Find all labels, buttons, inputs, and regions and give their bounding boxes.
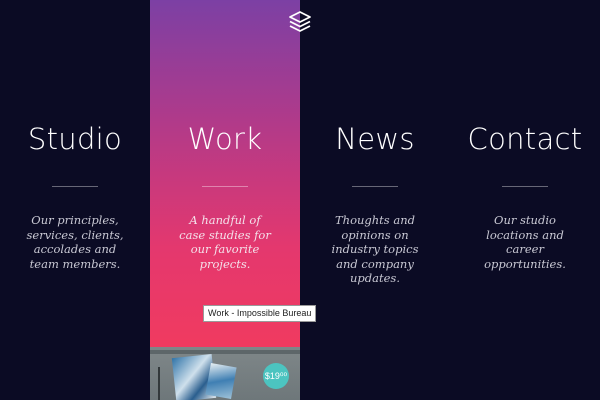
nav-description-news: Thoughts and opinions on industry topics…	[331, 213, 419, 285]
divider	[502, 186, 548, 187]
divider	[202, 186, 248, 187]
artwork-image	[205, 362, 237, 400]
nav-title-studio[interactable]: Studio	[0, 122, 150, 156]
shelf	[150, 350, 300, 354]
nav-title-news[interactable]: News	[300, 122, 450, 156]
nav-title-work[interactable]: Work	[150, 122, 300, 156]
divider	[52, 186, 98, 187]
nav-column-contact[interactable]: Contact Our studio locations and career …	[450, 0, 600, 400]
tooltip: Work - Impossible Bureau	[203, 305, 317, 322]
menu-overlay: Studio Our principles, services, clients…	[0, 0, 600, 400]
nav-column-news[interactable]: News Thoughts and opinions on industry t…	[300, 0, 450, 400]
nav-description-work: A handful of case studies for our favori…	[179, 213, 271, 271]
work-preview-thumbnail[interactable]: $19⁰⁰	[150, 347, 300, 400]
price-badge: $19⁰⁰	[263, 363, 289, 389]
stacked-layers-icon[interactable]	[287, 10, 313, 34]
stand	[158, 367, 160, 400]
nav-description-contact: Our studio locations and career opportun…	[484, 213, 566, 271]
divider	[352, 186, 398, 187]
nav-column-studio[interactable]: Studio Our principles, services, clients…	[0, 0, 150, 400]
nav-column-work[interactable]: Work A handful of case studies for our f…	[150, 0, 300, 400]
nav-title-contact[interactable]: Contact	[450, 122, 600, 156]
nav-description-studio: Our principles, services, clients, accol…	[26, 213, 124, 271]
